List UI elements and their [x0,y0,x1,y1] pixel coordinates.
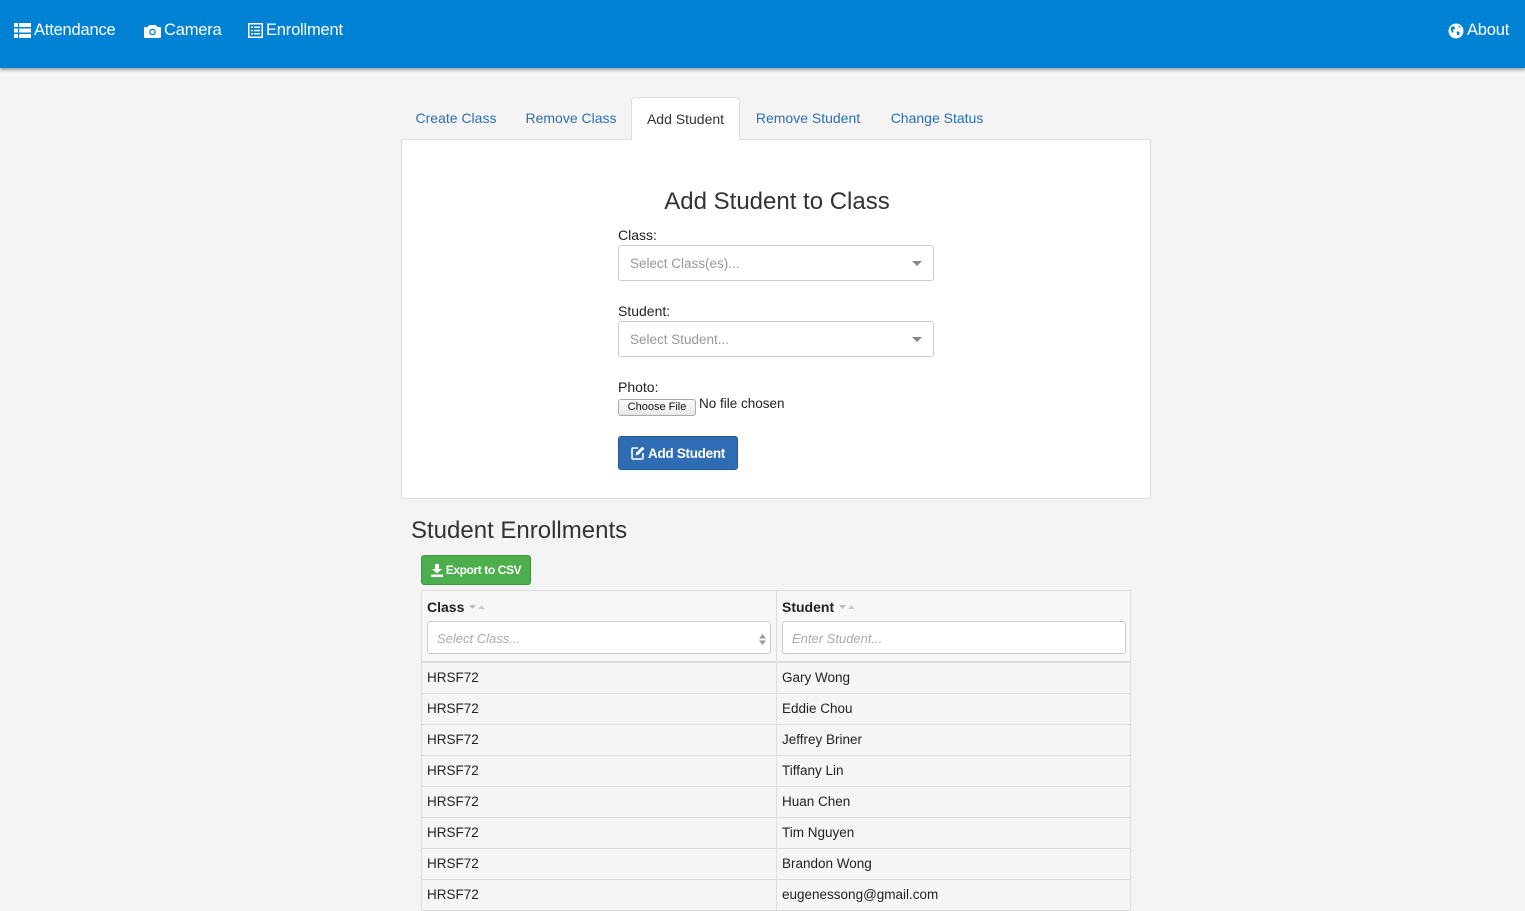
table-row[interactable]: HRSF72 Jeffrey Briner [422,725,1130,756]
table-row[interactable]: HRSF72 Tim Nguyen [422,818,1130,849]
nav-about[interactable]: About [1448,21,1509,40]
photo-label: Photo: [618,379,659,395]
table-row[interactable]: HRSF72 eugenessong@gmail.com [422,880,1130,911]
cell-student: eugenessong@gmail.com [782,887,939,902]
cell-class: HRSF72 [422,663,777,693]
tab-change-status[interactable]: Change Status [876,97,998,140]
student-select-placeholder: Select Student... [630,332,730,347]
chevron-down-icon [912,261,922,266]
sort-student[interactable]: Student [782,599,856,615]
student-filter-input[interactable]: Enter Student... [782,621,1126,654]
nav-attendance-label: Attendance [34,21,116,39]
student-filter-placeholder: Enter Student... [792,631,883,646]
cell-class: HRSF72 [422,880,777,910]
column-header-student: Student Enter Student... [777,591,1132,661]
table-header: Class Select Class... Student Enter Stud… [422,591,1130,663]
sort-icon [839,604,856,610]
chevron-down-icon [912,337,922,342]
table-row[interactable]: HRSF72 Brandon Wong [422,849,1130,880]
class-select[interactable]: Select Class(es)... [618,245,934,281]
add-student-button[interactable]: Add Student [618,436,738,470]
top-navbar: Attendance Camera Enrollment About [0,0,1525,68]
cell-student: Tim Nguyen [782,825,855,840]
class-filter-select[interactable]: Select Class... [427,621,771,654]
cell-student: Gary Wong [782,670,851,685]
file-status: No file chosen [699,396,785,411]
nav-enrollment[interactable]: Enrollment [248,21,343,40]
cell-class: HRSF72 [422,849,777,879]
enrollments-table: Class Select Class... Student Enter Stud… [421,590,1131,911]
table-row[interactable]: HRSF72 Huan Chen [422,787,1130,818]
choose-file-button[interactable]: Choose File [618,399,696,416]
export-icon [430,563,443,577]
nav-attendance[interactable]: Attendance [14,21,116,40]
nav-camera-label: Camera [164,21,222,39]
enrollments-title: Student Enrollments [411,517,628,544]
class-label: Class: [618,227,657,243]
tab-remove-class[interactable]: Remove Class [513,97,629,140]
table-row[interactable]: HRSF72 Gary Wong [422,663,1130,694]
form-title: Add Student to Class [664,188,890,215]
add-student-button-label: Add Student [648,445,725,461]
sort-class[interactable]: Class [427,599,486,615]
export-csv-button[interactable]: Export to CSV [421,555,531,585]
column-header-class-label: Class [427,599,465,615]
tab-remove-student[interactable]: Remove Student [742,97,874,140]
cell-student: Jeffrey Briner [782,732,863,747]
cell-student: Huan Chen [782,794,851,809]
globe-icon [1448,23,1464,38]
column-header-class: Class Select Class... [422,591,777,661]
table-row[interactable]: HRSF72 Eddie Chou [422,694,1130,725]
cell-student: Brandon Wong [782,856,872,871]
cell-class: HRSF72 [422,725,777,755]
cell-class: HRSF72 [422,818,777,848]
list-icon [14,23,31,38]
student-label: Student: [618,303,671,319]
student-select[interactable]: Select Student... [618,321,934,357]
sort-icon [469,604,486,610]
add-student-panel: Add Student to Class Class: Select Class… [401,139,1151,499]
nav-about-label: About [1467,21,1510,39]
nav-enrollment-label: Enrollment [266,21,343,39]
class-select-placeholder: Select Class(es)... [630,256,740,271]
edit-icon [631,446,645,460]
table-row[interactable]: HRSF72 Tiffany Lin [422,756,1130,787]
cell-student: Tiffany Lin [782,763,844,778]
cell-class: HRSF72 [422,694,777,724]
class-filter-placeholder: Select Class... [437,631,521,646]
column-header-student-label: Student [782,599,835,615]
export-csv-label: Export to CSV [445,563,522,577]
cell-class: HRSF72 [422,787,777,817]
cell-class: HRSF72 [422,756,777,786]
nav-camera[interactable]: Camera [144,21,222,40]
list-alt-icon [248,23,263,38]
tab-add-student[interactable]: Add Student [631,97,740,140]
cell-student: Eddie Chou [782,701,853,716]
updown-arrows-icon [759,632,766,650]
tab-create-class[interactable]: Create Class [401,97,511,140]
camera-icon [144,24,161,38]
